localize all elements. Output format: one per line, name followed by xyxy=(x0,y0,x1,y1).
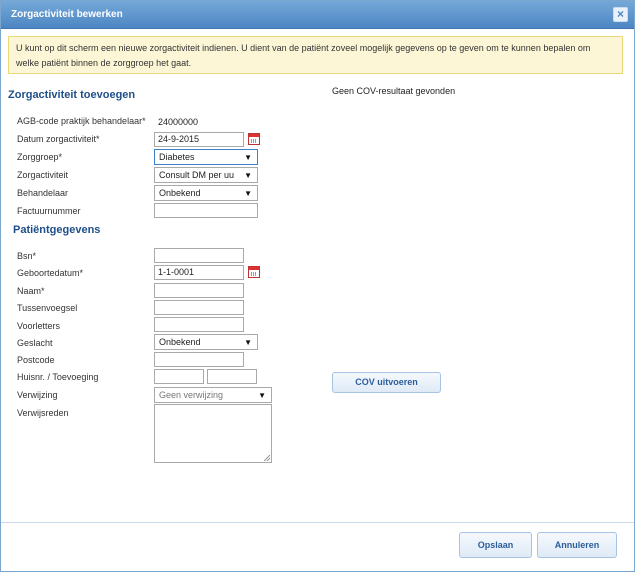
section-title-patient: Patiëntgegevens xyxy=(13,224,101,236)
calendar-icon[interactable] xyxy=(248,266,260,278)
gender-label: Geslacht xyxy=(17,338,53,348)
invoice-label: Factuurnummer xyxy=(17,206,81,216)
title-bar[interactable]: Zorgactiviteit bewerken × xyxy=(1,1,634,29)
initials-label: Voorletters xyxy=(17,321,61,331)
chevron-down-icon: ▼ xyxy=(258,391,266,400)
agb-value: 24000000 xyxy=(158,117,199,127)
save-button[interactable]: Opslaan xyxy=(459,532,532,558)
bsn-input[interactable] xyxy=(154,248,244,263)
referral-select[interactable]: Geen verwijzing ▼ xyxy=(154,387,272,403)
initials-input[interactable] xyxy=(154,317,244,332)
referral-select-value: Geen verwijzing xyxy=(159,390,224,400)
close-icon: × xyxy=(616,7,624,21)
cancel-button[interactable]: Annuleren xyxy=(537,532,617,558)
dialog: Zorgactiviteit bewerken × U kunt op dit … xyxy=(0,0,635,572)
housenr-addition-input[interactable] xyxy=(207,369,257,384)
practitioner-select-value: Onbekend xyxy=(159,188,201,198)
practitioner-select[interactable]: Onbekend ▼ xyxy=(154,185,258,201)
activity-select[interactable]: Consult DM per uu ▼ xyxy=(154,167,258,183)
invoice-input[interactable] xyxy=(154,203,258,218)
gender-select-value: Onbekend xyxy=(159,337,201,347)
cov-result-status: Geen COV-resultaat gevonden xyxy=(332,86,456,96)
group-select[interactable]: Diabetes ▼ xyxy=(154,149,258,165)
housenr-input[interactable] xyxy=(154,369,204,384)
cov-button[interactable]: COV uitvoeren xyxy=(332,372,441,393)
chevron-down-icon: ▼ xyxy=(244,189,252,198)
name-input[interactable] xyxy=(154,283,244,298)
footer-divider xyxy=(1,522,634,523)
name-label: Naam* xyxy=(17,286,45,296)
housenr-label: Huisnr. / Toevoeging xyxy=(17,372,99,382)
referral-label: Verwijzing xyxy=(17,390,58,400)
birthdate-input[interactable]: 1-1-0001 xyxy=(154,265,244,280)
infix-input[interactable] xyxy=(154,300,244,315)
activity-select-value: Consult DM per uu xyxy=(159,170,235,180)
postcode-label: Postcode xyxy=(17,355,55,365)
close-button[interactable]: × xyxy=(613,7,628,22)
infix-label: Tussenvoegsel xyxy=(17,303,78,313)
chevron-down-icon: ▼ xyxy=(244,153,252,162)
group-select-value: Diabetes xyxy=(159,152,195,162)
calendar-icon[interactable] xyxy=(248,133,260,145)
resize-grip-icon[interactable] xyxy=(264,455,270,461)
info-notice: U kunt op dit scherm een nieuwe zorgacti… xyxy=(8,36,623,74)
referral-reason-label: Verwijsreden xyxy=(17,408,69,418)
chevron-down-icon: ▼ xyxy=(244,338,252,347)
referral-reason-textarea[interactable] xyxy=(154,404,272,463)
window-title: Zorgactiviteit bewerken xyxy=(11,9,123,20)
bsn-label: Bsn* xyxy=(17,251,37,261)
activity-label: Zorgactiviteit xyxy=(17,170,69,180)
agb-label: AGB-code praktijk behandelaar* xyxy=(17,116,146,126)
group-label: Zorggroep* xyxy=(17,152,63,162)
birthdate-label: Geboortedatum* xyxy=(17,268,84,278)
gender-select[interactable]: Onbekend ▼ xyxy=(154,334,258,350)
section-title-activity: Zorgactiviteit toevoegen xyxy=(8,89,136,101)
date-input[interactable]: 24-9-2015 xyxy=(154,132,244,147)
chevron-down-icon: ▼ xyxy=(244,171,252,180)
practitioner-label: Behandelaar xyxy=(17,188,69,198)
date-label: Datum zorgactiviteit* xyxy=(17,134,100,144)
postcode-input[interactable] xyxy=(154,352,244,367)
